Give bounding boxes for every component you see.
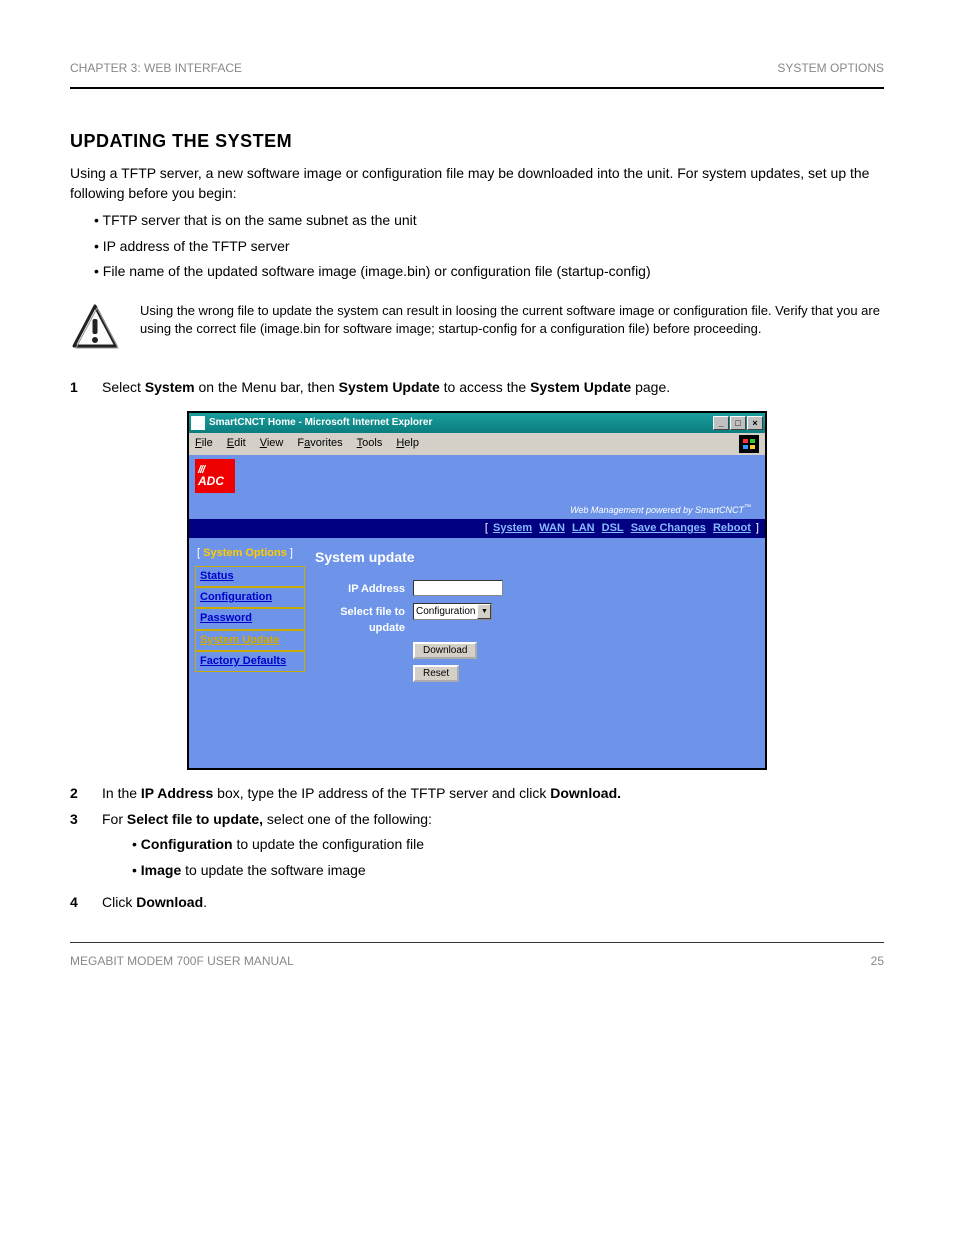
intro-text: Using a TFTP server, a new software imag… xyxy=(70,164,884,203)
list-item: IP address of the TFTP server xyxy=(110,237,884,257)
download-bold-2: Download xyxy=(136,894,203,910)
list-item: File name of the updated software image … xyxy=(110,262,884,282)
prereq-list: TFTP server that is on the same subnet a… xyxy=(70,211,884,282)
list-item: Configuration to update the configuratio… xyxy=(132,835,432,855)
menu-view[interactable]: View xyxy=(260,436,284,451)
sidebar-item-configuration[interactable]: Configuration xyxy=(195,587,305,608)
system-update-page-label: System Update xyxy=(530,379,631,395)
nav-wan[interactable]: WAN xyxy=(539,522,565,534)
footer-right: 25 xyxy=(871,953,884,970)
step-4: 4 Click Download. xyxy=(70,893,884,913)
step-number: 2 xyxy=(70,784,90,804)
nav-save-changes[interactable]: Save Changes xyxy=(631,522,706,534)
system-update-label: System Update xyxy=(339,379,440,395)
section-title: UPDATING THE SYSTEM xyxy=(70,129,884,154)
menu-tools[interactable]: Tools xyxy=(357,436,383,451)
steps-list: 1 Select System on the Menu bar, then Sy… xyxy=(70,378,884,398)
menu-edit[interactable]: Edit xyxy=(227,436,246,451)
tagline: Web Management powered by SmartCNCT™ xyxy=(195,493,759,519)
list-item: Image to update the software image xyxy=(132,861,432,881)
sidebar-item-password[interactable]: Password xyxy=(195,608,305,629)
nav-reboot[interactable]: Reboot xyxy=(713,522,751,534)
sidebar-item-system-update[interactable]: System Update xyxy=(195,630,305,651)
bottom-rule xyxy=(70,942,884,943)
top-nav: [ System WAN LAN DSL Save Changes Reboot… xyxy=(189,519,765,538)
menu-file[interactable]: FFileile xyxy=(195,436,213,451)
download-button[interactable]: Download xyxy=(413,642,477,659)
ip-address-label: IP Address xyxy=(315,580,405,597)
sub-steps: Configuration to update the configuratio… xyxy=(102,835,432,880)
steps-list-cont: 2 In the IP Address box, type the IP add… xyxy=(70,784,884,912)
maximize-button[interactable]: □ xyxy=(730,416,746,430)
nav-lan[interactable]: LAN xyxy=(572,522,595,534)
header-right: SYSTEM OPTIONS xyxy=(777,60,884,77)
download-bold: Download xyxy=(550,785,617,801)
main-panel: System update IP Address Select file to … xyxy=(305,544,759,762)
page-footer: MEGABIT MODEM 700F USER MANUAL 25 xyxy=(70,953,884,970)
caution-block: Using the wrong file to update the syste… xyxy=(70,302,884,358)
sidebar: [ System Options ] Status Configuration … xyxy=(195,544,305,762)
step-2: 2 In the IP Address box, type the IP add… xyxy=(70,784,884,804)
step-1: 1 Select System on the Menu bar, then Sy… xyxy=(70,378,884,398)
reset-button[interactable]: Reset xyxy=(413,665,459,682)
header-left: CHAPTER 3: WEB INTERFACE xyxy=(70,60,242,77)
screenshot-browser: SmartCNCT Home - Microsoft Internet Expl… xyxy=(187,411,767,770)
adc-logo: /// ADC xyxy=(195,459,235,493)
panel-title: System update xyxy=(315,548,749,568)
step-number: 3 xyxy=(70,810,90,887)
page-header: CHAPTER 3: WEB INTERFACE SYSTEM OPTIONS xyxy=(70,60,884,77)
sidebar-item-status[interactable]: Status xyxy=(195,566,305,587)
list-item: TFTP server that is on the same subnet a… xyxy=(110,211,884,231)
nav-system[interactable]: System xyxy=(493,522,532,534)
sidebar-item-factory-defaults[interactable]: Factory Defaults xyxy=(195,651,305,672)
chevron-down-icon[interactable]: ▼ xyxy=(477,604,491,619)
step-3: 3 For Select file to update, select one … xyxy=(70,810,884,887)
file-select[interactable]: Configuration ▼ xyxy=(413,603,492,620)
step-number: 4 xyxy=(70,893,90,913)
ip-address-bold: IP Address xyxy=(141,785,213,801)
window-titlebar: SmartCNCT Home - Microsoft Internet Expl… xyxy=(189,413,765,433)
ie-app-icon xyxy=(191,416,205,430)
system-label: System xyxy=(145,379,195,395)
step-number: 1 xyxy=(70,378,90,398)
select-file-label: Select file to update xyxy=(315,603,405,636)
nav-dsl[interactable]: DSL xyxy=(602,522,624,534)
select-file-bold: Select file to update, xyxy=(127,811,263,827)
close-button[interactable]: × xyxy=(747,416,763,430)
ie-logo-icon xyxy=(739,435,759,453)
sidebar-header: [ System Options ] xyxy=(195,544,305,565)
window-title: SmartCNCT Home - Microsoft Internet Expl… xyxy=(209,416,432,430)
menu-favorites[interactable]: Favorites xyxy=(297,436,342,451)
caution-icon xyxy=(70,302,120,358)
caution-text: Using the wrong file to update the syste… xyxy=(140,302,884,338)
menu-help[interactable]: Help xyxy=(396,436,419,451)
minimize-button[interactable]: _ xyxy=(713,416,729,430)
footer-left: MEGABIT MODEM 700F USER MANUAL xyxy=(70,953,294,970)
ip-address-input[interactable] xyxy=(413,580,503,596)
logo-row: /// ADC Web Management powered by SmartC… xyxy=(189,455,765,519)
top-rule xyxy=(70,87,884,89)
menubar: FFileile Edit View Favorites Tools Help xyxy=(189,433,765,455)
